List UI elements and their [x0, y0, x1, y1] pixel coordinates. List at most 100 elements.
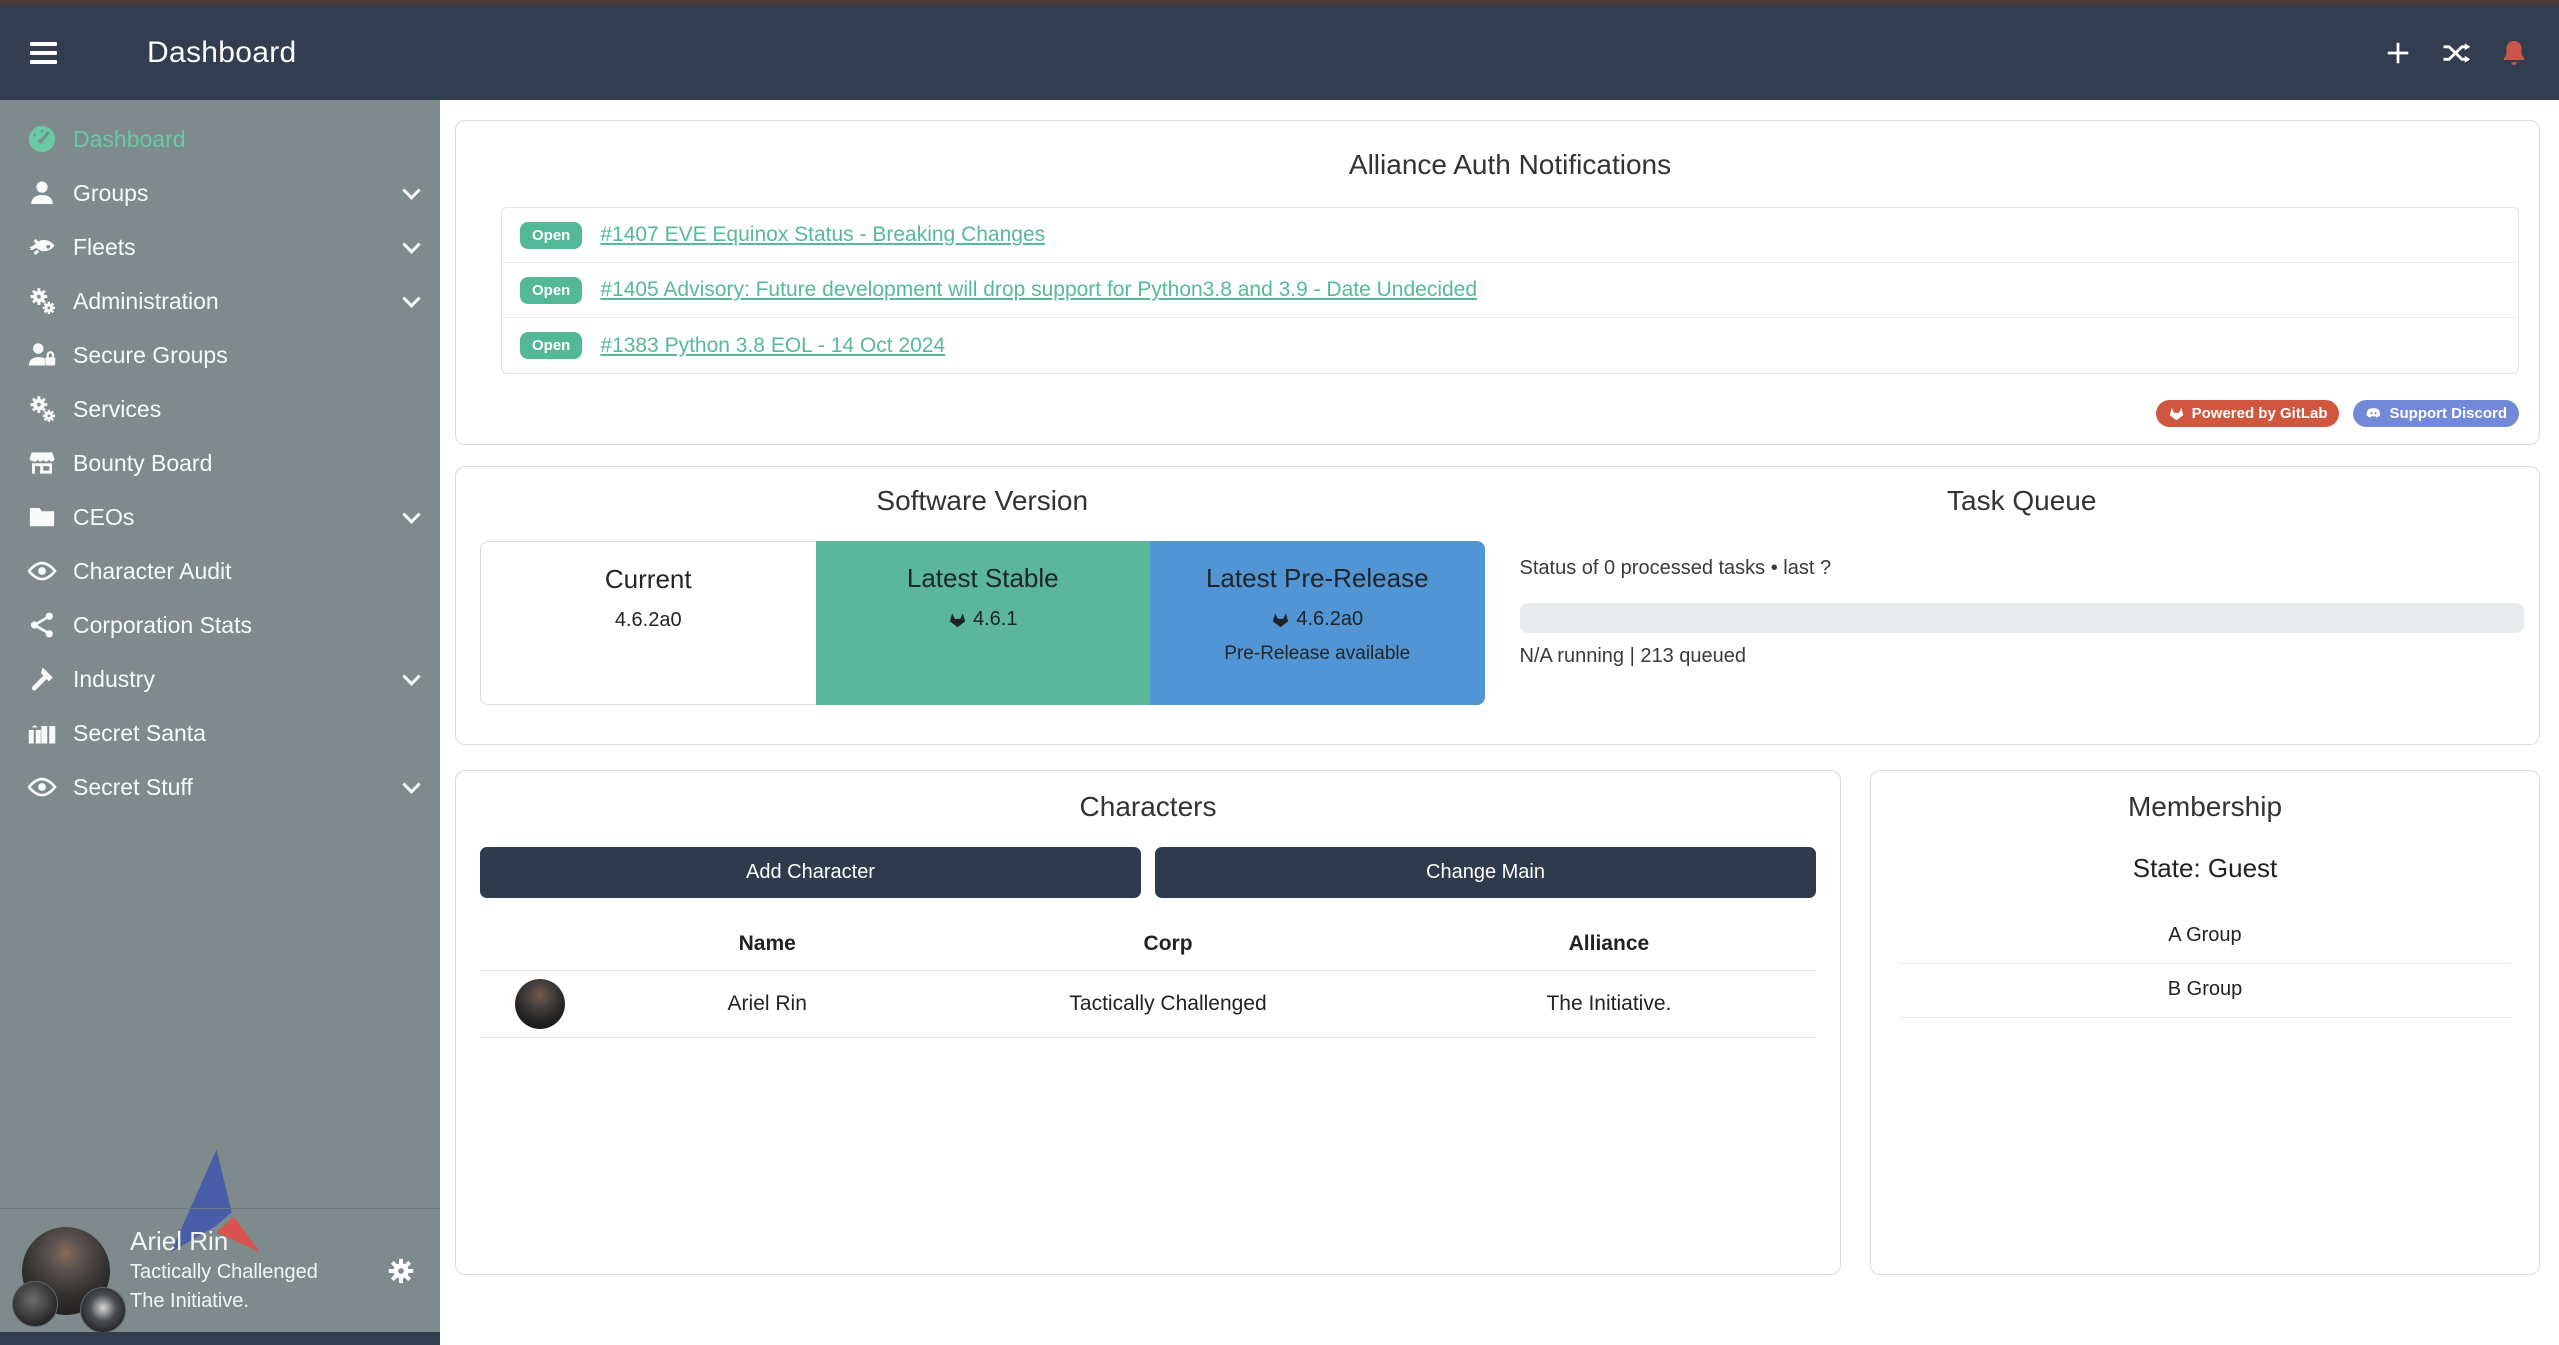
task-queue-summary: N/A running | 213 queued: [1520, 645, 2525, 668]
alliance-logo-badge: [80, 1287, 126, 1333]
software-taskqueue-card: Software Version Current 4.6.2a0 Latest …: [455, 466, 2540, 745]
sidebar-item-fleets[interactable]: Fleets: [0, 220, 440, 274]
version-latest-prerelease: Latest Pre-Release 4.6.2a0 Pre-Release a…: [1150, 541, 1485, 705]
gears-icon: [25, 392, 59, 426]
notification-link[interactable]: #1383 Python 3.8 EOL - 14 Oct 2024: [600, 334, 945, 358]
sidebar-item-groups[interactable]: Groups: [0, 166, 440, 220]
characters-title: Characters: [480, 791, 1816, 823]
character-name-cell: Ariel Rin: [600, 971, 934, 1038]
sidebar-item-secure-groups[interactable]: Secure Groups: [0, 328, 440, 382]
sidebar-item-secret-stuff[interactable]: Secret Stuff: [0, 760, 440, 814]
user-meta: Ariel Rin Tactically Challenged The Init…: [130, 1225, 318, 1317]
user-icon: [25, 176, 59, 210]
topbar-actions: [2383, 38, 2529, 68]
gauge-icon: [25, 122, 59, 156]
user-corp: Tactically Challenged: [130, 1258, 318, 1287]
store-icon: [25, 446, 59, 480]
sidebar-item-dashboard[interactable]: Dashboard: [0, 112, 440, 166]
avatar-column-header: [480, 920, 600, 971]
characters-buttons: Add Character Change Main: [480, 847, 1816, 898]
task-queue-section: Task Queue Status of 0 processed tasks •…: [1520, 485, 2525, 744]
characters-table: Name Corp Alliance Ariel Rin Tactically …: [480, 920, 1816, 1038]
topbar: Dashboard: [0, 5, 2559, 100]
notifications-footer: Powered by GitLab Support Discord: [501, 400, 2519, 427]
software-version-title: Software Version: [480, 485, 1485, 517]
add-icon[interactable]: [2383, 38, 2413, 68]
user-alliance: The Initiative.: [130, 1287, 318, 1316]
gitlab-icon: [1271, 610, 1290, 629]
gitlab-icon: [2168, 405, 2185, 422]
notifications-card: Alliance Auth Notifications Open #1407 E…: [455, 120, 2540, 445]
notifications-title: Alliance Auth Notifications: [501, 149, 2519, 181]
discord-icon: [2365, 405, 2382, 422]
software-version-section: Software Version Current 4.6.2a0 Latest …: [480, 485, 1485, 744]
notifications-bell-icon[interactable]: [2499, 38, 2529, 68]
share-nodes-icon: [25, 608, 59, 642]
user-lock-icon: [25, 338, 59, 372]
chevron-down-icon: [402, 181, 420, 199]
prerelease-note: Pre-Release available: [1150, 643, 1485, 665]
character-corp-cell: Tactically Challenged: [934, 971, 1402, 1038]
membership-state: State: Guest: [1871, 853, 2539, 884]
user-avatar: [22, 1227, 110, 1315]
main-content: Alliance Auth Notifications Open #1407 E…: [440, 100, 2559, 1345]
sidebar-bottom-strip: [0, 1332, 440, 1345]
user-name: Ariel Rin: [130, 1225, 318, 1259]
sidebar-item-secret-santa[interactable]: Secret Santa: [0, 706, 440, 760]
powered-by-gitlab-badge[interactable]: Powered by GitLab: [2156, 400, 2340, 427]
sidebar-item-administration[interactable]: Administration: [0, 274, 440, 328]
membership-title: Membership: [1871, 791, 2539, 823]
spaceship-icon: [25, 230, 59, 264]
name-column-header: Name: [600, 920, 934, 971]
status-badge: Open: [520, 277, 582, 304]
task-queue-title: Task Queue: [1520, 485, 2525, 517]
sidebar-item-ceos[interactable]: CEOs: [0, 490, 440, 544]
folder-icon: [25, 500, 59, 534]
sidebar-item-services[interactable]: Services: [0, 382, 440, 436]
gears-icon: [25, 284, 59, 318]
version-current: Current 4.6.2a0: [480, 541, 816, 705]
chevron-down-icon: [402, 667, 420, 685]
chevron-down-icon: [402, 235, 420, 253]
app-window: Dashboard Dashboard Groups Fleets: [0, 0, 2559, 1345]
chevron-down-icon: [402, 775, 420, 793]
notification-row: Open #1383 Python 3.8 EOL - 14 Oct 2024: [502, 318, 2518, 373]
shuffle-icon[interactable]: [2441, 38, 2471, 68]
corp-column-header: Corp: [934, 920, 1402, 971]
version-boxes: Current 4.6.2a0 Latest Stable 4.6.1 Late…: [480, 541, 1485, 705]
character-alliance-cell: The Initiative.: [1402, 971, 1816, 1038]
support-discord-badge[interactable]: Support Discord: [2353, 400, 2519, 427]
status-badge: Open: [520, 222, 582, 249]
hamburger-menu-icon[interactable]: [30, 42, 57, 64]
notification-row: Open #1407 EVE Equinox Status - Breaking…: [502, 208, 2518, 263]
membership-groups-list: A Group B Group: [1871, 910, 2539, 1018]
change-main-button[interactable]: Change Main: [1155, 847, 1816, 898]
corp-logo-badge: [12, 1281, 58, 1327]
task-queue-progressbar: [1520, 603, 2525, 633]
gifts-icon: [25, 716, 59, 750]
notification-link[interactable]: #1405 Advisory: Future development will …: [600, 278, 1477, 302]
sidebar-item-corporation-stats[interactable]: Corporation Stats: [0, 598, 440, 652]
sidebar-item-character-audit[interactable]: Character Audit: [0, 544, 440, 598]
chevron-down-icon: [402, 505, 420, 523]
add-character-button[interactable]: Add Character: [480, 847, 1141, 898]
list-item: A Group: [1899, 910, 2511, 964]
table-row: Ariel Rin Tactically Challenged The Init…: [480, 971, 1816, 1038]
user-settings-gear-icon[interactable]: [384, 1254, 418, 1288]
eye-icon: [25, 770, 59, 804]
version-latest-stable: Latest Stable 4.6.1: [816, 541, 1151, 705]
task-queue-status: Status of 0 processed tasks • last ?: [1520, 557, 2525, 580]
hammer-icon: [25, 662, 59, 696]
sidebar-nav: Dashboard Groups Fleets Administration S…: [0, 100, 440, 814]
page-title: Dashboard: [147, 36, 296, 70]
notification-link[interactable]: #1407 EVE Equinox Status - Breaking Chan…: [600, 223, 1045, 247]
sidebar-item-industry[interactable]: Industry: [0, 652, 440, 706]
alliance-column-header: Alliance: [1402, 920, 1816, 971]
sidebar-item-bounty-board[interactable]: Bounty Board: [0, 436, 440, 490]
eye-icon: [25, 554, 59, 588]
notifications-list: Open #1407 EVE Equinox Status - Breaking…: [501, 207, 2519, 374]
user-panel: Ariel Rin Tactically Challenged The Init…: [0, 1208, 440, 1332]
characters-card: Characters Add Character Change Main Nam…: [455, 770, 1841, 1275]
membership-card: Membership State: Guest A Group B Group: [1870, 770, 2540, 1275]
gitlab-icon: [948, 610, 967, 629]
